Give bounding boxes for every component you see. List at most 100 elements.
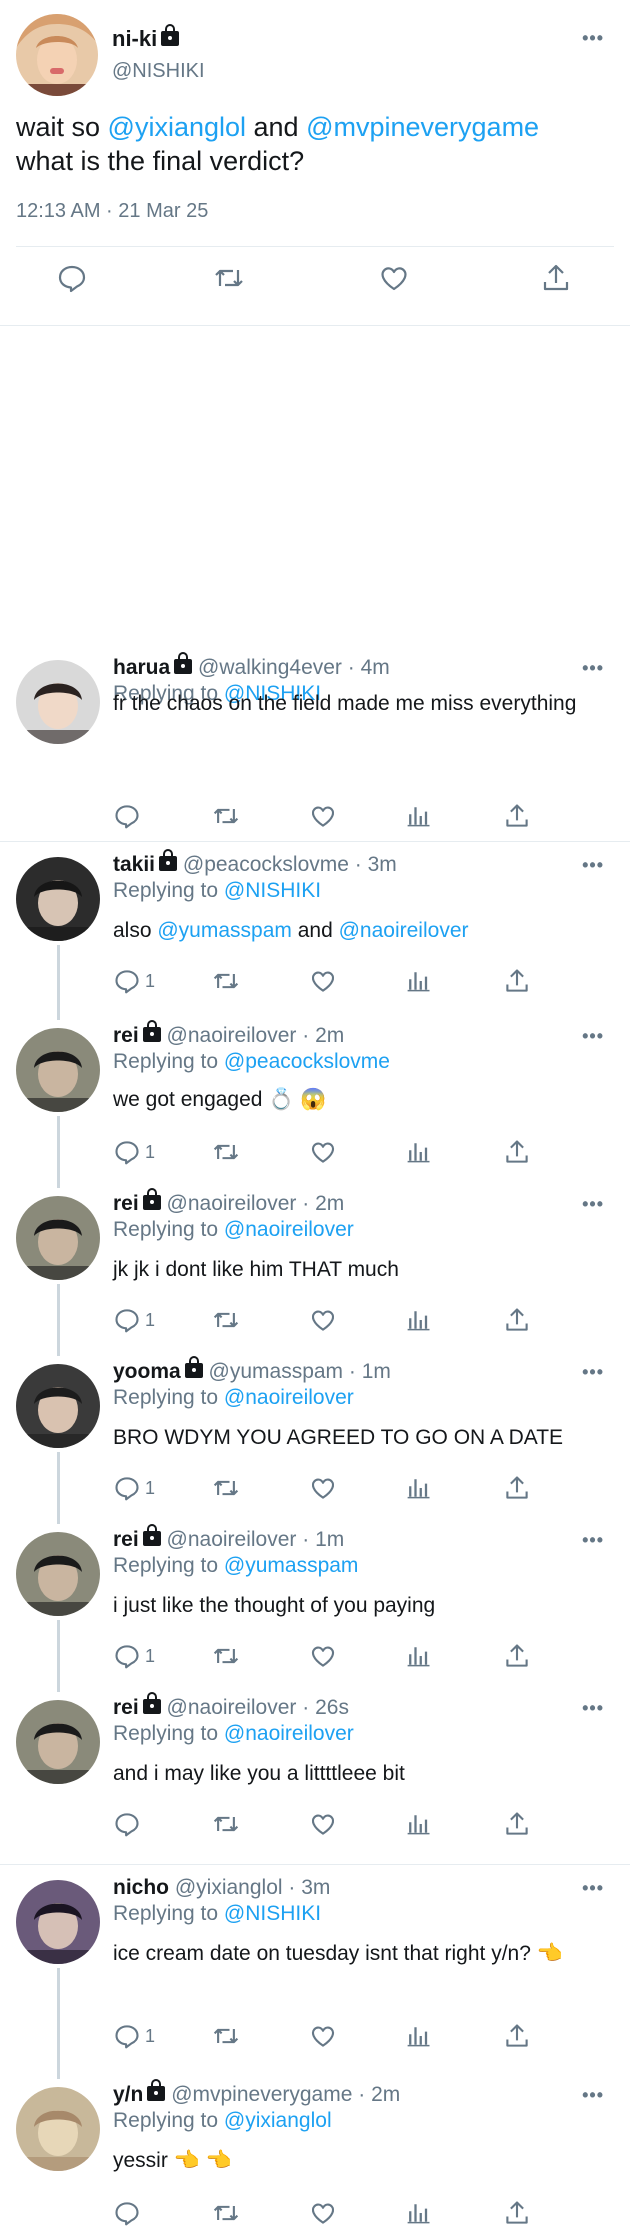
share-icon[interactable] <box>503 1138 531 1166</box>
display-name[interactable]: rei <box>113 1696 139 1719</box>
display-name[interactable]: ni-ki <box>112 23 180 52</box>
replying-to-link[interactable]: @naoireilover <box>224 1218 354 1241</box>
reply-icon[interactable] <box>113 2022 141 2050</box>
handle[interactable]: @NISHIKI <box>112 60 205 83</box>
display-name[interactable]: rei <box>113 1528 139 1551</box>
like-icon[interactable] <box>309 2199 337 2227</box>
avatar[interactable] <box>16 1028 100 1112</box>
more-icon[interactable]: ••• <box>582 1026 604 1047</box>
like-icon[interactable] <box>309 1474 337 1502</box>
avatar[interactable] <box>16 1700 100 1784</box>
reply-icon[interactable] <box>113 1642 141 1670</box>
avatar[interactable] <box>16 1364 100 1448</box>
retweet-icon[interactable] <box>211 1810 239 1838</box>
more-icon[interactable]: ••• <box>582 1878 604 1899</box>
stats-icon[interactable] <box>405 1138 433 1166</box>
retweet-icon[interactable] <box>212 262 252 302</box>
stats-icon[interactable] <box>405 1306 433 1334</box>
share-icon[interactable] <box>503 2022 531 2050</box>
like-icon[interactable] <box>309 1642 337 1670</box>
reply-icon[interactable] <box>113 1306 141 1334</box>
mention-link[interactable]: @naoireilover <box>339 919 469 942</box>
display-name[interactable]: rei <box>113 1192 139 1215</box>
display-name[interactable]: harua <box>113 656 170 679</box>
like-icon[interactable] <box>309 1138 337 1166</box>
display-name[interactable]: takii <box>113 853 155 876</box>
retweet-icon[interactable] <box>211 2199 239 2227</box>
like-icon[interactable] <box>309 802 337 830</box>
stats-icon[interactable] <box>405 1810 433 1838</box>
mention-link[interactable]: @mvpineverygame <box>306 112 539 142</box>
replying-to-link[interactable]: @yumasspam <box>224 1554 359 1577</box>
like-icon[interactable] <box>309 967 337 995</box>
more-icon[interactable]: ••• <box>582 1194 604 1215</box>
like-icon[interactable] <box>309 1810 337 1838</box>
retweet-icon[interactable] <box>211 1138 239 1166</box>
display-name[interactable]: rei <box>113 1024 139 1047</box>
replying-to-link[interactable]: @NISHIKI <box>224 879 321 902</box>
reply-icon[interactable] <box>113 1810 141 1838</box>
more-icon[interactable]: ••• <box>582 1530 604 1551</box>
retweet-icon[interactable] <box>211 1642 239 1670</box>
retweet-icon[interactable] <box>211 1306 239 1334</box>
avatar[interactable] <box>16 14 98 96</box>
handle[interactable]: @naoireilover <box>167 1024 297 1047</box>
replying-to-link[interactable]: @NISHIKI <box>224 1902 321 1925</box>
replying-to-link[interactable]: @naoireilover <box>224 1722 354 1745</box>
more-icon[interactable]: ••• <box>582 855 604 876</box>
share-icon[interactable] <box>503 1642 531 1670</box>
stats-icon[interactable] <box>405 2199 433 2227</box>
stats-icon[interactable] <box>405 2022 433 2050</box>
share-icon[interactable] <box>503 1810 531 1838</box>
like-icon[interactable] <box>378 262 418 302</box>
reply-icon[interactable] <box>56 262 96 302</box>
share-icon[interactable] <box>540 262 580 302</box>
reply-icon[interactable] <box>113 1138 141 1166</box>
handle[interactable]: @peacockslovme <box>183 853 349 876</box>
reply-icon[interactable] <box>113 802 141 830</box>
handle[interactable]: @naoireilover <box>167 1696 297 1719</box>
handle[interactable]: @mvpineverygame <box>171 2083 352 2106</box>
more-icon[interactable]: ••• <box>582 28 604 49</box>
avatar[interactable] <box>16 660 100 744</box>
retweet-icon[interactable] <box>211 2022 239 2050</box>
stats-icon[interactable] <box>405 967 433 995</box>
handle[interactable]: @naoireilover <box>167 1192 297 1215</box>
reply-icon[interactable] <box>113 967 141 995</box>
display-name[interactable]: nicho <box>113 1876 169 1899</box>
retweet-icon[interactable] <box>211 802 239 830</box>
handle[interactable]: @walking4ever <box>198 656 342 679</box>
more-icon[interactable]: ••• <box>582 658 604 679</box>
avatar[interactable] <box>16 1196 100 1280</box>
like-icon[interactable] <box>309 1306 337 1334</box>
handle[interactable]: @naoireilover <box>167 1528 297 1551</box>
more-icon[interactable]: ••• <box>582 2085 604 2106</box>
stats-icon[interactable] <box>405 802 433 830</box>
share-icon[interactable] <box>503 1306 531 1334</box>
avatar[interactable] <box>16 2087 100 2171</box>
avatar[interactable] <box>16 1880 100 1964</box>
retweet-icon[interactable] <box>211 967 239 995</box>
share-icon[interactable] <box>503 802 531 830</box>
display-name[interactable]: yooma <box>113 1360 181 1383</box>
share-icon[interactable] <box>503 2199 531 2227</box>
reply-icon[interactable] <box>113 1474 141 1502</box>
stats-icon[interactable] <box>405 1642 433 1670</box>
mention-link[interactable]: @yixianglol <box>108 112 246 142</box>
avatar[interactable] <box>16 1532 100 1616</box>
replying-to-link[interactable]: @peacockslovme <box>224 1050 390 1073</box>
retweet-icon[interactable] <box>211 1474 239 1502</box>
stats-icon[interactable] <box>405 1474 433 1502</box>
more-icon[interactable]: ••• <box>582 1362 604 1383</box>
share-icon[interactable] <box>503 1474 531 1502</box>
like-icon[interactable] <box>309 2022 337 2050</box>
display-name[interactable]: y/n <box>113 2083 143 2106</box>
avatar[interactable] <box>16 857 100 941</box>
more-icon[interactable]: ••• <box>582 1698 604 1719</box>
replying-to-link[interactable]: @yixianglol <box>224 2109 332 2132</box>
reply-icon[interactable] <box>113 2199 141 2227</box>
handle[interactable]: @yumasspam <box>209 1360 344 1383</box>
replying-to-link[interactable]: @naoireilover <box>224 1386 354 1409</box>
handle[interactable]: @yixianglol <box>175 1876 283 1899</box>
mention-link[interactable]: @yumasspam <box>157 919 292 942</box>
